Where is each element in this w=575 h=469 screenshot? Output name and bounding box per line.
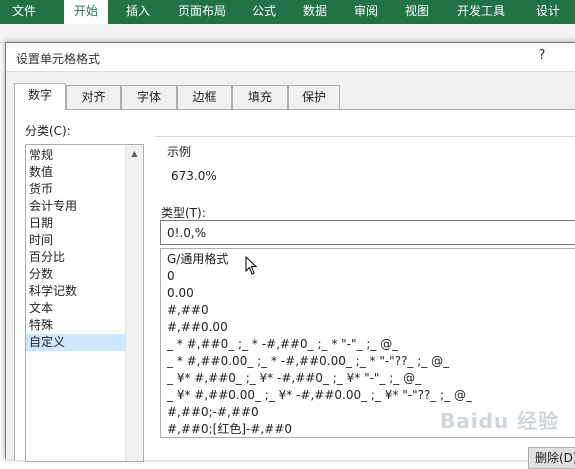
tab-font[interactable]: 字体 xyxy=(121,85,177,109)
delete-button[interactable]: 删除(D) xyxy=(528,447,575,469)
category-scrollbar[interactable]: ▲ xyxy=(125,145,143,461)
type-label: 类型(T): xyxy=(161,206,206,220)
ribbon-body xyxy=(0,24,575,43)
mouse-pointer-icon xyxy=(245,256,258,275)
baidu-watermark: Baidu 经验 xyxy=(440,409,560,433)
tab-alignment[interactable]: 对齐 xyxy=(66,85,121,109)
format-code-item[interactable]: 0 xyxy=(167,268,175,285)
ribbon-tab-insert[interactable]: 插入 xyxy=(120,0,156,24)
format-code-item[interactable]: #,##0 xyxy=(167,302,209,319)
category-item[interactable]: 科学记数 xyxy=(26,283,127,300)
category-listbox[interactable]: 常规 数值 货币 会计专用 日期 时间 百分比 分数 科学记数 文本 特殊 自定… xyxy=(25,144,144,462)
format-cells-dialog: 设置单元格格式 ? 数字 对齐 字体 边框 填充 保护 分类(C): 常规 数值… xyxy=(5,42,575,462)
format-code-item[interactable]: #,##0;-#,##0 xyxy=(167,404,259,421)
ribbon-tab-page-layout[interactable]: 页面布局 xyxy=(172,0,232,24)
ribbon-tab-home[interactable]: 开始 xyxy=(64,0,108,24)
format-code-item[interactable]: _ * #,##0.00_ ;_ * -#,##0.00_ ;_ * "-"??… xyxy=(167,353,449,370)
category-item[interactable]: 分数 xyxy=(26,266,127,283)
help-button[interactable]: ? xyxy=(534,48,550,64)
category-item[interactable]: 特殊 xyxy=(26,317,127,334)
format-code-item[interactable]: G/通用格式 xyxy=(167,251,228,268)
scroll-up-arrow-icon[interactable]: ▲ xyxy=(126,145,143,162)
category-item[interactable]: 日期 xyxy=(26,215,127,232)
category-item-selected[interactable]: 自定义 xyxy=(26,334,127,351)
ribbon-tab-developer[interactable]: 开发工具 xyxy=(451,0,511,24)
sample-label: 示例 xyxy=(167,145,192,159)
category-item[interactable]: 文本 xyxy=(26,300,127,317)
ribbon-tab-design[interactable]: 设计 xyxy=(530,0,566,24)
tab-fill[interactable]: 填充 xyxy=(232,85,288,109)
category-item[interactable]: 数值 xyxy=(26,164,127,181)
format-code-item[interactable]: 0.00 xyxy=(167,285,194,302)
category-item[interactable]: 会计专用 xyxy=(26,198,127,215)
ribbon-tab-bar: 文件 开始 插入 页面布局 公式 数据 审阅 视图 开发工具 设计 xyxy=(0,0,575,24)
category-item[interactable]: 常规 xyxy=(26,147,127,164)
format-code-item[interactable]: _ * #,##0_ ;_ * -#,##0_ ;_ * "-"_ ;_ @_ xyxy=(167,336,398,353)
format-code-item[interactable]: #,##0;[红色]-#,##0 xyxy=(167,421,292,438)
ribbon-tab-formulas[interactable]: 公式 xyxy=(246,0,282,24)
format-code-item[interactable]: _ ¥* #,##0_ ;_ ¥* -#,##0_ ;_ ¥* "-"_ ;_ … xyxy=(167,370,421,387)
ribbon-tab-data[interactable]: 数据 xyxy=(297,0,333,24)
dialog-titlebar: 设置单元格格式 ? xyxy=(6,43,575,72)
category-item[interactable]: 货币 xyxy=(26,181,127,198)
tab-border[interactable]: 边框 xyxy=(177,85,232,109)
sample-value: 673.0% xyxy=(171,169,217,183)
type-input[interactable] xyxy=(160,220,575,245)
format-code-item[interactable]: #,##0.00 xyxy=(167,319,228,336)
category-item[interactable]: 百分比 xyxy=(26,249,127,266)
category-item[interactable]: 时间 xyxy=(26,232,127,249)
format-code-item[interactable]: _ ¥* #,##0.00_ ;_ ¥* -#,##0.00_ ;_ ¥* "-… xyxy=(167,387,472,404)
category-label: 分类(C): xyxy=(25,124,71,138)
tab-number[interactable]: 数字 xyxy=(14,83,66,110)
sample-box: 示例 673.0% xyxy=(155,136,575,194)
ribbon-tab-review[interactable]: 审阅 xyxy=(348,0,384,24)
ribbon-tab-file[interactable]: 文件 xyxy=(8,0,40,24)
tab-protection[interactable]: 保护 xyxy=(288,85,340,109)
ribbon-tab-view[interactable]: 视图 xyxy=(399,0,435,24)
dialog-title: 设置单元格格式 xyxy=(16,52,101,66)
